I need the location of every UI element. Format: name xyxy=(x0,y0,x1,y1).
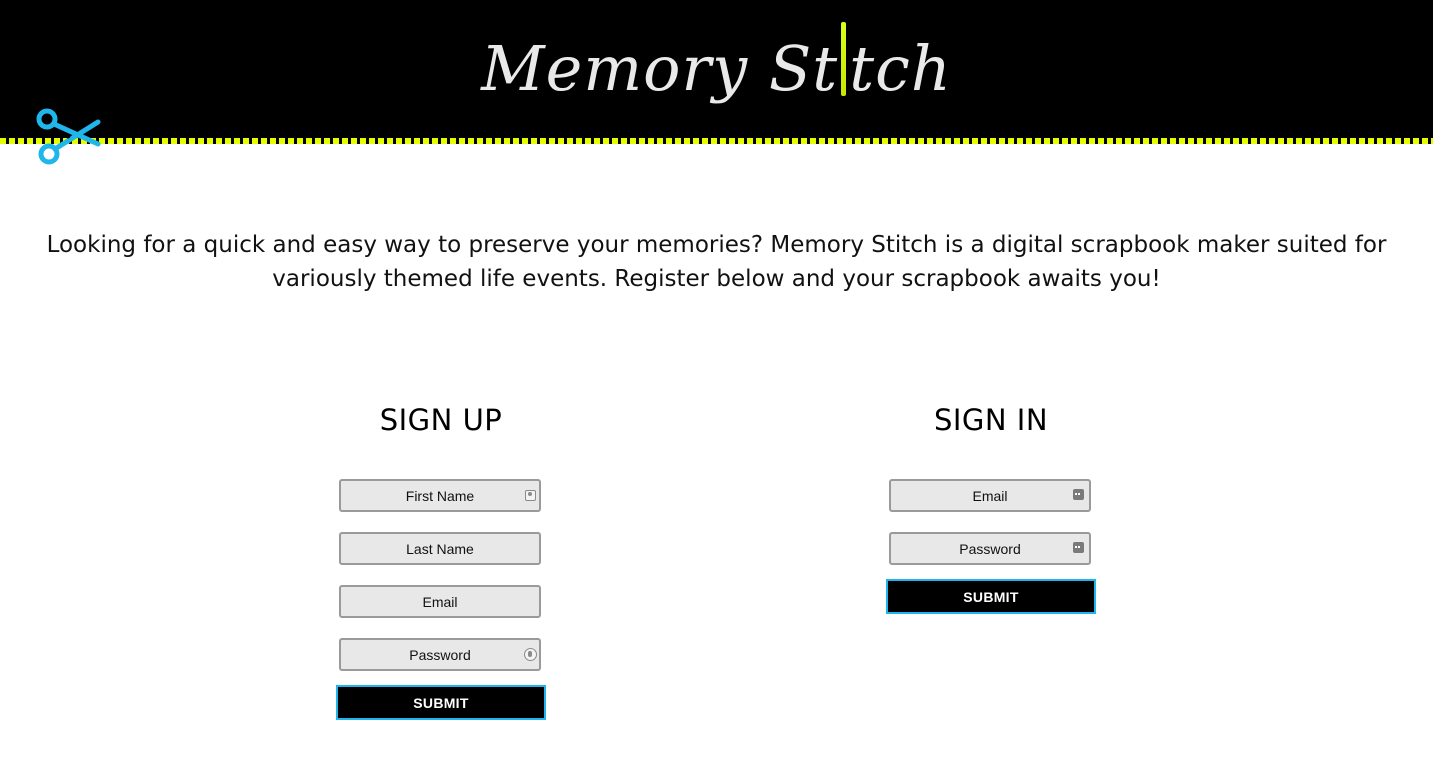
logo-text-right: tch xyxy=(849,32,952,105)
signup-password-field[interactable] xyxy=(339,638,541,671)
signin-submit-button[interactable]: SUBMIT xyxy=(886,579,1096,614)
signup-title: SIGN UP xyxy=(379,403,503,437)
signup-email-field[interactable] xyxy=(339,585,541,618)
needle-icon xyxy=(841,22,847,96)
contact-card-icon[interactable] xyxy=(525,490,536,501)
scissors-icon xyxy=(36,108,101,165)
stitch-border xyxy=(0,138,1433,144)
autofill-dots-icon[interactable] xyxy=(1073,542,1084,553)
site-logo[interactable]: Memory St tch xyxy=(0,22,1433,114)
last-name-field[interactable] xyxy=(339,532,541,565)
signin-email-field[interactable] xyxy=(889,479,1091,512)
site-header: Memory St tch xyxy=(0,0,1433,138)
signup-submit-button[interactable]: SUBMIT xyxy=(336,685,546,720)
intro-text: Looking for a quick and easy way to pres… xyxy=(46,232,1387,292)
password-key-icon[interactable] xyxy=(524,648,537,661)
signin-title: SIGN IN xyxy=(933,403,1049,437)
autofill-dots-icon[interactable] xyxy=(1073,489,1084,500)
logo-text-left: Memory St xyxy=(481,32,839,105)
signin-password-field[interactable] xyxy=(889,532,1091,565)
first-name-field[interactable] xyxy=(339,479,541,512)
